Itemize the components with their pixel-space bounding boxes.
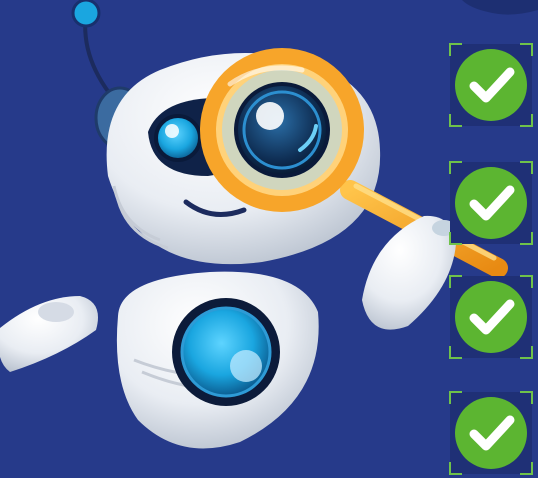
corner-decoration: [462, 0, 538, 15]
check-circle-icon: [449, 391, 533, 475]
checklist-item-4: [446, 388, 536, 478]
checklist-item-1: [446, 40, 536, 130]
robot-left-eye: [154, 114, 202, 162]
antenna-tip: [71, 0, 101, 28]
check-circle-icon: [449, 161, 533, 245]
checklist-item-2: [446, 158, 536, 248]
check-circle-icon: [449, 43, 533, 127]
magnifying-glass-icon: [200, 48, 364, 212]
checklist-item-3: [446, 272, 536, 362]
check-circle-icon: [449, 275, 533, 359]
chest-lens-icon: [172, 298, 280, 406]
